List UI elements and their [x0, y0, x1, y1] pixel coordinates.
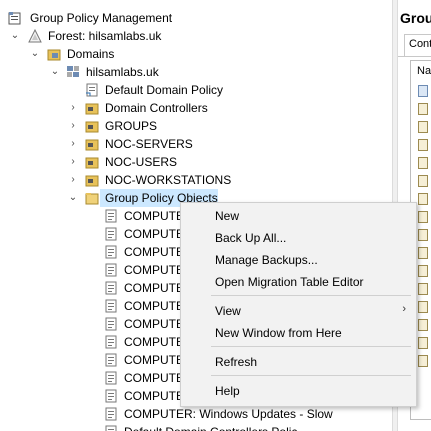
gpo-label: COMPUTE — [124, 389, 184, 403]
gpo-label: Default Domain Controllers Polic — [124, 423, 297, 431]
domain-icon — [67, 66, 79, 77]
gpo-icon — [418, 283, 428, 295]
chevron-right-icon[interactable]: › — [66, 135, 80, 153]
gpo-label: COMPUTE — [124, 263, 184, 277]
gpo-icon — [418, 211, 428, 223]
gpo-icon — [418, 157, 428, 169]
chevron-down-icon[interactable]: ⌄ — [66, 189, 80, 207]
gpo-icon — [418, 139, 428, 151]
gpo-icon — [105, 371, 117, 385]
tree-label-domain: hilsamlabs.uk — [86, 65, 159, 79]
menu-item-refresh[interactable]: Refresh — [215, 352, 257, 372]
forest-icon — [28, 29, 42, 43]
tree-label-forest: Forest: hilsamlabs.uk — [48, 29, 162, 43]
gpo-icon — [418, 319, 428, 331]
menu-item-view[interactable]: View — [215, 301, 241, 321]
gpo-label: COMPUTE — [124, 299, 184, 313]
chevron-down-icon[interactable]: ⌄ — [8, 27, 22, 45]
gpo-icon — [105, 227, 117, 241]
domains-folder-icon — [47, 49, 61, 61]
ou-folder-icon — [85, 157, 99, 169]
gpo-icon — [418, 247, 428, 259]
gpo-label: COMPUTE — [124, 335, 184, 349]
menu-item-new-window-from-here[interactable]: New Window from Here — [215, 323, 342, 343]
gpo-icon — [418, 193, 428, 205]
tab-divider — [398, 56, 431, 57]
context-menu: New Back Up All... Manage Backups... Ope… — [180, 202, 417, 407]
ou-folder-icon — [85, 103, 99, 115]
tree-label: NOC-SERVERS — [105, 137, 193, 151]
gpo-icon — [105, 317, 117, 331]
submenu-arrow-icon: › — [402, 303, 406, 315]
gpo-icon — [105, 407, 117, 421]
column-header-name[interactable]: Na — [417, 65, 431, 77]
tree-label: Domain Controllers — [105, 101, 208, 115]
gpo-icon — [418, 121, 428, 133]
gpo-icon — [105, 335, 117, 349]
menu-item-manage-backups[interactable]: Manage Backups... — [215, 250, 318, 270]
gpo-icon — [418, 265, 428, 277]
gpm-console-icon — [8, 12, 21, 25]
gpo-icon — [105, 209, 117, 223]
gpo-icon — [105, 353, 117, 367]
tab-contents-label: Cont — [409, 38, 431, 50]
gpo-icon — [418, 229, 428, 241]
menu-separator — [211, 295, 411, 296]
tree-label: GROUPS — [105, 119, 158, 133]
gpo-icon — [105, 389, 117, 403]
tree-label-root: Group Policy Management — [30, 11, 173, 25]
gpo-icon — [418, 355, 428, 367]
tree-label: Default Domain Policy — [105, 83, 224, 97]
gpo-icon — [105, 263, 117, 277]
chevron-down-icon[interactable]: ⌄ — [48, 63, 62, 81]
gpo-folder-icon — [85, 193, 99, 205]
chevron-right-icon[interactable]: › — [66, 117, 80, 135]
gpo-icon — [105, 299, 117, 313]
gpo-label: COMPUTE — [124, 371, 184, 385]
gpo-label: COMPUTE — [124, 227, 184, 241]
gpo-icon — [418, 337, 428, 349]
details-title: Grou — [400, 10, 431, 26]
gpo-icon — [105, 281, 117, 295]
gpo-icon — [418, 175, 428, 187]
tree-label: NOC-USERS — [105, 155, 178, 169]
ou-folder-icon — [85, 121, 99, 133]
chevron-right-icon[interactable]: › — [66, 99, 80, 117]
tree-label-domains: Domains — [67, 47, 115, 61]
ou-folder-icon — [85, 139, 99, 151]
gpo-icon — [105, 425, 117, 431]
gpo-label: COMPUTER: Windows Updates - Slow — [124, 407, 333, 421]
tab-contents[interactable]: Cont — [404, 34, 431, 56]
gpo-icon — [418, 85, 428, 97]
menu-item-help[interactable]: Help — [215, 381, 240, 401]
gpo-label: COMPUTE — [124, 353, 184, 367]
gpo-link-icon — [86, 83, 98, 97]
gpo-icon — [418, 301, 428, 313]
gpo-icon — [105, 245, 117, 259]
menu-separator — [211, 375, 411, 376]
tree-label: NOC-WORKSTATIONS — [105, 173, 232, 187]
gpo-label: COMPUTE — [124, 209, 184, 223]
gpo-label: COMPUTE — [124, 281, 184, 295]
menu-separator — [211, 346, 411, 347]
gpo-label: COMPUTE — [124, 317, 184, 331]
chevron-right-icon[interactable]: › — [66, 171, 80, 189]
chevron-down-icon[interactable]: ⌄ — [28, 45, 42, 63]
menu-item-open-migration-table-editor[interactable]: Open Migration Table Editor — [215, 272, 364, 292]
gpo-label: COMPUTE — [124, 245, 184, 259]
ou-folder-icon — [85, 175, 99, 187]
menu-item-new[interactable]: New — [215, 206, 239, 226]
gpo-icon — [418, 103, 428, 115]
chevron-right-icon[interactable]: › — [66, 153, 80, 171]
menu-item-back-up-all[interactable]: Back Up All... — [215, 228, 286, 248]
